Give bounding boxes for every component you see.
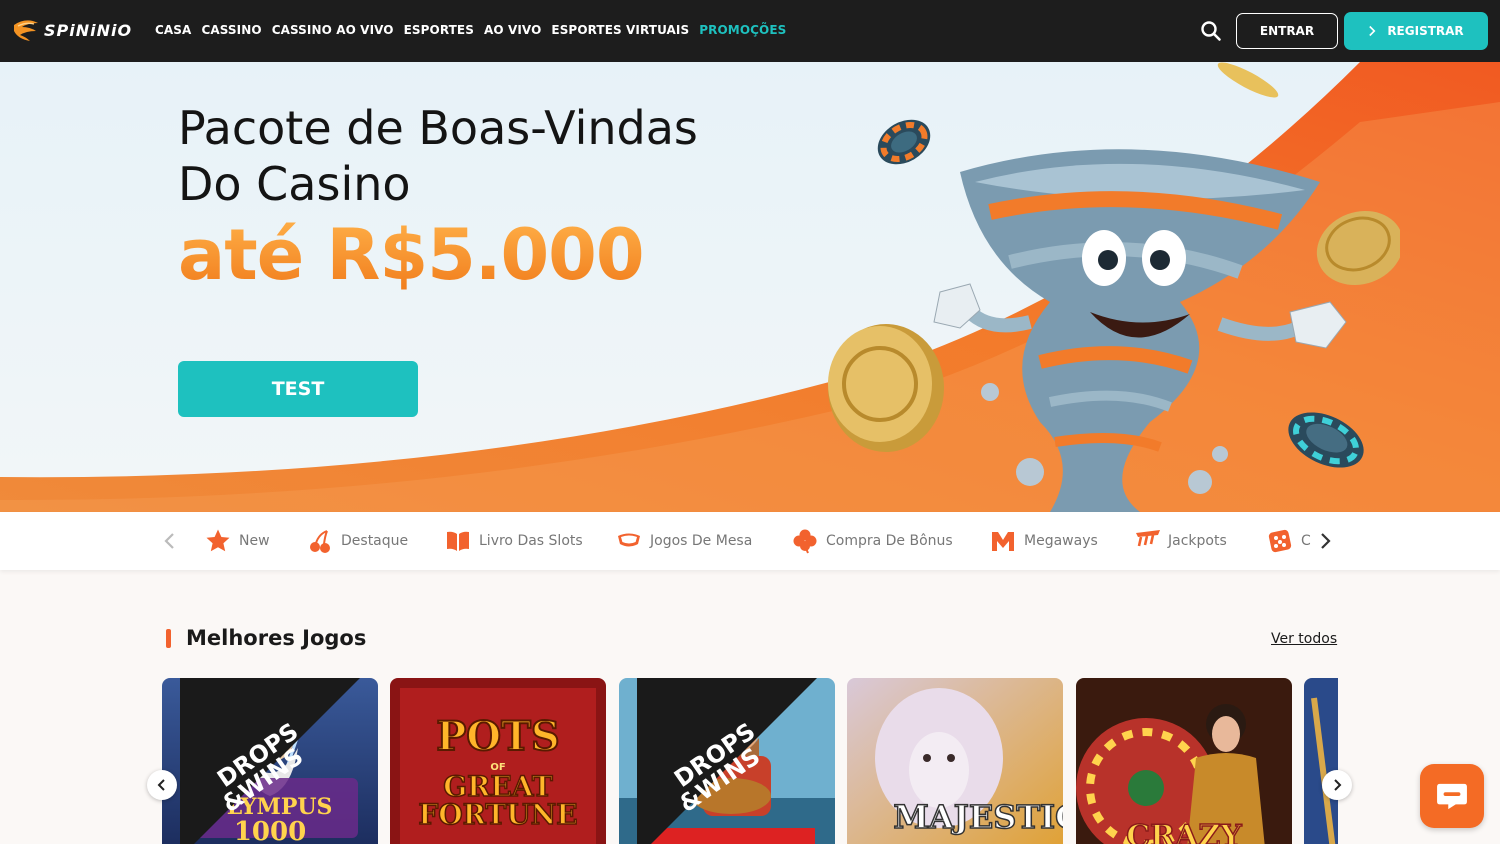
category-jogos-de-mesa[interactable]: Jogos De Mesa xyxy=(616,528,752,554)
book-icon xyxy=(447,531,469,551)
nav-promocoes[interactable]: PROMOÇÕES xyxy=(699,23,786,37)
star-icon xyxy=(206,529,230,552)
category-new[interactable]: New xyxy=(205,528,270,554)
game-thumbnail: MAJESTIC xyxy=(847,678,1063,844)
hero-bonus-amount: até R$5.000 xyxy=(178,214,645,296)
game-card[interactable]: DROPS &WINS xyxy=(619,678,835,844)
game-card[interactable]: CRAZY xyxy=(1076,678,1292,844)
game-card[interactable] xyxy=(1304,678,1338,844)
game-thumbnail: POTS OF GREAT FORTUNE xyxy=(390,678,606,844)
category-destaque[interactable]: Destaque xyxy=(307,528,408,554)
tornado-mascot-illustration xyxy=(828,62,1400,512)
games-prev-arrow[interactable] xyxy=(147,770,177,800)
logo-swirl-icon xyxy=(14,20,38,41)
svg-text:POTS: POTS xyxy=(436,713,560,760)
live-chat-button[interactable] xyxy=(1420,764,1484,828)
category-megaways[interactable]: Megaways xyxy=(990,528,1098,554)
category-next-arrow[interactable] xyxy=(1315,531,1335,551)
category-more[interactable]: C xyxy=(1267,528,1311,554)
game-thumbnail xyxy=(1304,678,1338,844)
hero-banner: Pacote de Boas-Vindas Do Casino até R$5.… xyxy=(0,62,1500,512)
nav-ao-vivo[interactable]: AO VIVO xyxy=(484,23,541,37)
search-icon xyxy=(1201,21,1221,41)
nav-esportes[interactable]: ESPORTES xyxy=(404,23,474,37)
chevron-right-icon xyxy=(1369,25,1376,37)
svg-text:CRAZY: CRAZY xyxy=(1126,819,1242,844)
game-thumbnail: CRAZY xyxy=(1076,678,1292,844)
dice-icon xyxy=(1268,529,1292,553)
svg-text:MAJESTIC: MAJESTIC xyxy=(893,798,1063,836)
nav-cassino-ao-vivo[interactable]: CASSINO AO VIVO xyxy=(272,23,394,37)
jackpot-777-icon xyxy=(1136,530,1160,547)
svg-text:FORTUNE: FORTUNE xyxy=(418,798,577,831)
megaways-icon xyxy=(992,532,1014,551)
hero-cta-button[interactable]: TEST xyxy=(178,361,418,417)
table-games-icon xyxy=(618,533,640,547)
top-header: SPiNiNiO CASA CASSINO CASSINO AO VIVO ES… xyxy=(0,0,1500,62)
site-logo[interactable]: SPiNiNiO xyxy=(12,17,132,43)
hero-title: Pacote de Boas-Vindas Do Casino xyxy=(178,101,698,211)
register-label: REGISTRAR xyxy=(1387,24,1464,38)
category-livro-das-slots[interactable]: Livro Das Slots xyxy=(445,528,583,554)
nav-casa[interactable]: CASA xyxy=(155,23,191,37)
chat-bubble-icon xyxy=(1437,783,1467,810)
drops-and-wins-badge: DROPS &WINS xyxy=(637,678,817,844)
category-compra-de-bonus[interactable]: Compra De Bônus xyxy=(792,528,953,554)
category-prev-arrow[interactable] xyxy=(160,531,180,551)
section-title: Melhores Jogos xyxy=(186,626,367,650)
category-bar: New Destaque Livro Das Slots Jogos De Me… xyxy=(0,512,1500,570)
game-card[interactable]: POTS OF GREAT FORTUNE xyxy=(390,678,606,844)
clover-icon xyxy=(793,529,817,554)
nav-cassino[interactable]: CASSINO xyxy=(201,23,261,37)
chevron-left-icon xyxy=(157,779,165,791)
drops-and-wins-badge: DROPS &WINS xyxy=(180,678,360,844)
cherries-icon xyxy=(310,530,330,553)
nav-esportes-virtuais[interactable]: ESPORTES VIRTUAIS xyxy=(551,23,689,37)
main-nav: CASA CASSINO CASSINO AO VIVO ESPORTES AO… xyxy=(155,23,786,37)
chevron-right-icon xyxy=(1334,779,1342,791)
game-card[interactable]: OLYMPUS 1000 DROPS &WINS xyxy=(162,678,378,844)
search-button[interactable] xyxy=(1198,18,1224,44)
see-all-link[interactable]: Ver todos xyxy=(1271,631,1337,647)
category-list: New Destaque Livro Das Slots Jogos De Me… xyxy=(205,512,1313,570)
logo-text: SPiNiNiO xyxy=(44,20,133,40)
games-next-arrow[interactable] xyxy=(1322,770,1352,800)
login-button[interactable]: ENTRAR xyxy=(1236,13,1338,49)
games-carousel: OLYMPUS 1000 DROPS &WINS POTS OF GREAT F… xyxy=(162,678,1338,844)
game-card[interactable]: MAJESTIC xyxy=(847,678,1063,844)
section-accent-bar xyxy=(166,629,171,648)
register-button[interactable]: REGISTRAR xyxy=(1344,12,1488,50)
category-jackpots[interactable]: Jackpots xyxy=(1134,528,1227,554)
